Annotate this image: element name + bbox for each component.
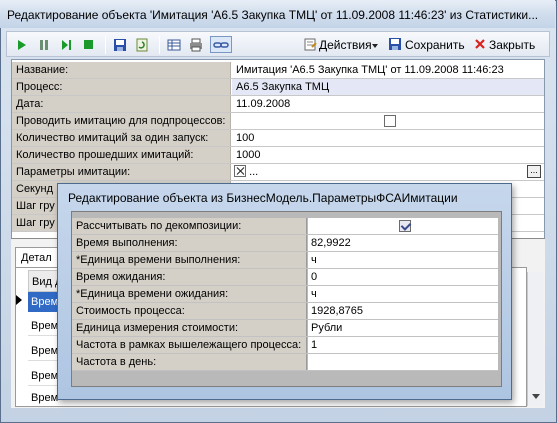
dialog-row-decomposition[interactable]: Рассчитывать по декомпозиции: <box>72 218 498 235</box>
dialog-value[interactable] <box>308 354 498 370</box>
property-value[interactable]: Имитация 'А6.5 Закупка ТМЦ' от 11.09.200… <box>232 62 544 78</box>
dialog-row-frequency-day[interactable]: Частота в день: <box>72 354 498 371</box>
tab-details[interactable]: Детал <box>15 247 61 267</box>
dialog-value[interactable]: ч <box>308 252 498 268</box>
run-button[interactable] <box>13 36 31 53</box>
dialog-value[interactable]: 1928,8765 <box>308 303 498 319</box>
link-icon <box>213 41 229 48</box>
dialog-label: *Единица времени ожидания: <box>72 286 307 302</box>
table-icon <box>167 39 181 50</box>
play-icon <box>18 39 26 50</box>
dialog-label: Стоимость процесса: <box>72 303 307 319</box>
floppy-icon <box>389 38 401 50</box>
property-label: Дата: <box>12 96 231 112</box>
row-pointer-icon <box>16 295 22 305</box>
clear-icon[interactable] <box>234 165 246 177</box>
dialog-label: Частота в день: <box>72 354 307 370</box>
dialog-title: Редактирование объекта из БизнесМодель.П… <box>68 191 458 205</box>
dialog-label: Время ожидания: <box>72 269 307 285</box>
property-value[interactable]: А6.5 Закупка ТМЦ <box>232 79 544 95</box>
pause-button[interactable] <box>35 36 53 53</box>
floppy-icon <box>114 38 126 51</box>
property-label: Количество имитаций за один запуск: <box>12 130 231 146</box>
property-row-date[interactable]: Дата: 11.09.2008 <box>12 96 544 113</box>
dialog-label: Частота в рамках вышележащего процесса: <box>72 337 307 353</box>
dialog-value[interactable]: 1 <box>308 337 498 353</box>
print-button[interactable] <box>187 36 205 53</box>
stop-button[interactable] <box>79 36 97 53</box>
stop-icon <box>83 40 93 49</box>
dialog-row-exec-time[interactable]: Время выполнения: 82,9922 <box>72 235 498 252</box>
link-button[interactable] <box>210 36 232 53</box>
close-label: Закрыть <box>489 38 536 52</box>
dialog-value[interactable] <box>308 218 498 234</box>
dialog-label: Рассчитывать по декомпозиции: <box>72 218 307 234</box>
scroll-down-icon[interactable] <box>532 394 540 399</box>
params-value: ... <box>249 166 259 178</box>
dialog-label: *Единица времени выполнения: <box>72 252 307 268</box>
property-label: Проводить имитацию для подпроцессов: <box>12 113 231 129</box>
title-bar[interactable]: Редактирование объекта 'Имитация 'А6.5 З… <box>0 0 555 28</box>
property-value[interactable]: 1000 <box>232 147 544 163</box>
close-icon <box>475 39 485 49</box>
window-title: Редактирование объекта 'Имитация 'А6.5 З… <box>7 8 537 22</box>
property-row-params[interactable]: Параметры имитации: ... ... <box>12 164 544 181</box>
dialog-label: Время выполнения: <box>72 235 307 251</box>
property-value[interactable]: 100 <box>232 130 544 146</box>
tab-details-label: Детал <box>21 252 52 264</box>
close-button[interactable]: Закрыть <box>473 35 543 54</box>
dialog-row-cost-unit[interactable]: Единица измерения стоимости: Рубли <box>72 320 498 337</box>
ellipsis-button[interactable]: ... <box>527 165 541 178</box>
property-label: Процесс: <box>12 79 231 95</box>
printer-icon <box>190 38 202 51</box>
save-button[interactable]: Сохранить <box>387 35 467 54</box>
dialog-row-exec-unit[interactable]: *Единица времени выполнения: ч <box>72 252 498 269</box>
dialog-row-frequency-parent[interactable]: Частота в рамках вышележащего процесса: … <box>72 337 498 354</box>
dialog-row-wait-unit[interactable]: *Единица времени ожидания: ч <box>72 286 498 303</box>
step-button[interactable] <box>57 36 75 53</box>
save-icon-button[interactable] <box>111 36 129 53</box>
refresh-icon <box>136 38 148 51</box>
actions-icon <box>304 38 317 51</box>
actions-menu-button[interactable]: Действия <box>301 35 379 54</box>
vertical-scrollbar[interactable] <box>527 272 543 406</box>
dialog-row-cost[interactable]: Стоимость процесса: 1928,8765 <box>72 303 498 320</box>
property-row-runs-per-launch[interactable]: Количество имитаций за один запуск: 100 <box>12 130 544 147</box>
step-forward-icon <box>61 39 68 50</box>
property-row-process[interactable]: Процесс: А6.5 Закупка ТМЦ <box>12 79 544 96</box>
property-row-subprocesses[interactable]: Проводить имитацию для подпроцессов: <box>12 113 544 130</box>
property-value[interactable] <box>232 113 544 129</box>
dialog-value[interactable]: Рубли <box>308 320 498 336</box>
dialog-value[interactable]: 0 <box>308 269 498 285</box>
property-label: Параметры имитации: <box>12 164 231 180</box>
actions-label: Действия <box>319 38 372 52</box>
dialog-row-wait-time[interactable]: Время ожидания: 0 <box>72 269 498 286</box>
property-label: Количество прошедших имитаций: <box>12 147 231 163</box>
property-value[interactable]: 11.09.2008 <box>232 96 544 112</box>
dialog-value[interactable]: ч <box>308 286 498 302</box>
dialog-label: Единица измерения стоимости: <box>72 320 307 336</box>
property-row-name[interactable]: Название: Имитация 'А6.5 Закупка ТМЦ' от… <box>12 62 544 79</box>
edit-parameters-dialog: Редактирование объекта из БизнесМодель.П… <box>57 183 512 400</box>
save-label: Сохранить <box>405 38 465 52</box>
chevron-down-icon <box>372 44 378 48</box>
property-value[interactable]: ... ... <box>232 164 544 180</box>
toolbar: Действия Сохранить Закрыть <box>6 31 550 57</box>
property-label: Название: <box>12 62 231 78</box>
decomposition-checkbox[interactable] <box>398 220 411 233</box>
subprocesses-checkbox[interactable] <box>384 115 396 128</box>
refresh-button[interactable] <box>133 36 151 53</box>
dialog-value[interactable]: 82,9922 <box>308 235 498 251</box>
property-row-runs-done[interactable]: Количество прошедших имитаций: 1000 <box>12 147 544 164</box>
table-button[interactable] <box>165 36 183 53</box>
